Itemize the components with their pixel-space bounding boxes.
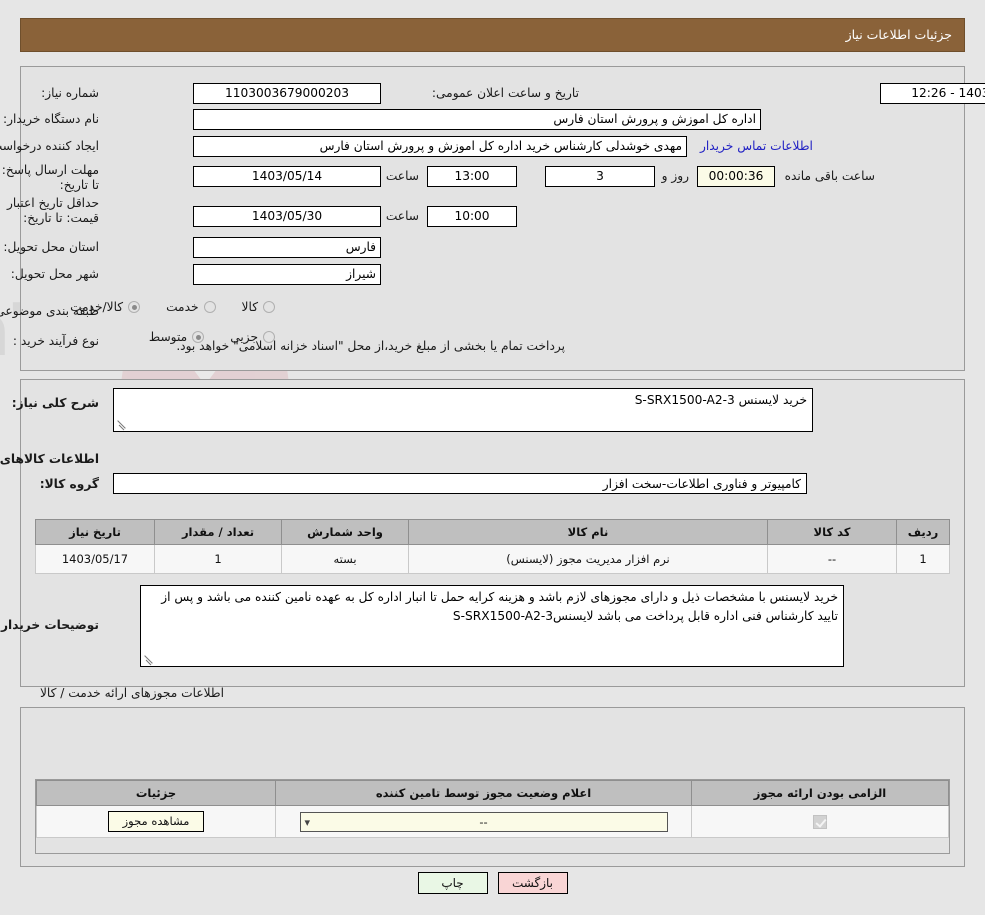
need-desc-value: خرید لایسنس S-SRX1500-A2-3 [634, 393, 807, 407]
page-root: AriaTender .net جزئیات اطلاعات نیاز شمار… [0, 0, 985, 915]
page-title-bar: جزئیات اطلاعات نیاز [20, 18, 965, 52]
goods-col-radif: ردیف [896, 519, 950, 545]
price-validity-time: 10:00 [427, 206, 517, 227]
radio-icon[interactable] [128, 301, 141, 313]
permit-required-checkbox[interactable] [813, 814, 827, 829]
goods-cell-date: 1403/05/17 [35, 544, 155, 574]
goods-col-unit: واحد شمارش [281, 519, 409, 545]
goods-section-title: اطلاعات کالاهای مورد نیاز [0, 452, 99, 466]
radio-icon[interactable] [263, 301, 275, 313]
need-desc-label: شرح کلی نیاز: [11, 396, 99, 410]
goods-table-header-row: ردیف کد کالا نام کالا واحد شمارش تعداد /… [35, 519, 950, 545]
table-row: 1 -- نرم افزار مدیریت مجوز (لایسنس) بسته… [35, 544, 950, 574]
announce-datetime-label: تاریخ و ساعت اعلان عمومی: [431, 86, 579, 100]
need-number-value: 1103003679000203 [193, 83, 381, 104]
permits-col-details: جزئیات [36, 780, 276, 806]
goods-col-name: نام کالا [408, 519, 768, 545]
buyer-notes-label: توضیحات خریدار: [0, 618, 99, 632]
goods-table: ردیف کد کالا نام کالا واحد شمارش تعداد /… [35, 519, 950, 574]
payment-note: پرداخت تمام یا بخشی از مبلغ خرید،از محل … [176, 339, 565, 353]
goods-cell-code: -- [767, 544, 897, 574]
permit-status-select[interactable]: ▾ -- [299, 811, 668, 832]
need-number-label: شماره نیاز: [41, 86, 99, 100]
countdown-timer: 00:00:36 [697, 166, 775, 187]
category-option-label: کالا [241, 300, 258, 314]
category-option-kala-khedmat[interactable]: کالا/خدمت [70, 300, 141, 314]
goods-cell-radif: 1 [896, 544, 950, 574]
response-deadline-time: 13:00 [427, 166, 517, 187]
remaining-days-label: روز و [661, 169, 689, 183]
goods-group-value: کامپیوتر و فناوری اطلاعات-سخت افزار [602, 477, 801, 491]
category-option-label: خدمت [166, 300, 199, 314]
need-desc-textarea[interactable]: خرید لایسنس S-SRX1500-A2-3 [113, 388, 813, 432]
response-deadline-date: 1403/05/14 [193, 166, 381, 187]
category-radio-group[interactable]: کالا خدمت کالا/خدمت [44, 300, 275, 314]
process-type-label: نوع فرآیند خرید : [12, 334, 99, 348]
resize-grip-icon[interactable] [143, 653, 155, 665]
footer-button-row: بازگشت چاپ [0, 872, 985, 894]
permits-cell-details: مشاهده مجوز [36, 805, 276, 838]
chevron-down-icon: ▾ [304, 815, 311, 829]
goods-col-qty: تعداد / مقدار [154, 519, 282, 545]
goods-col-date: تاریخ نیاز [35, 519, 155, 545]
delivery-city-label: شهر محل تحویل: [10, 267, 99, 281]
goods-cell-qty: 1 [154, 544, 282, 574]
delivery-city-value: شیراز [193, 264, 381, 285]
permits-table: الزامی بودن ارائه مجوز اعلام وضعیت مجوز … [36, 780, 949, 838]
buyer-contact-link[interactable]: اطلاعات تماس خریدار [700, 139, 813, 153]
back-button[interactable]: بازگشت [497, 872, 568, 894]
permits-cell-status: ▾ -- [275, 805, 692, 838]
permits-section-title: اطلاعات مجوزهای ارائه خدمت / کالا [39, 686, 224, 700]
creator-value: مهدی خوشدلی کارشناس خرید اداره کل اموزش … [193, 136, 687, 157]
delivery-province-value: فارس [193, 237, 381, 258]
goods-cell-unit: بسته [281, 544, 409, 574]
category-option-label: کالا/خدمت [70, 300, 124, 314]
announce-datetime-value: 1403/05/11 - 12:26 [880, 83, 985, 104]
goods-group-label: گروه کالا: [39, 477, 99, 491]
permits-cell-required [691, 805, 949, 838]
response-deadline-label: مهلت ارسال پاسخ: تا تاریخ: [1, 163, 99, 192]
price-validity-label: حداقل تاریخ اعتبار قیمت: تا تاریخ: [7, 196, 99, 225]
price-validity-date: 1403/05/30 [193, 206, 381, 227]
page-title: جزئیات اطلاعات نیاز [845, 27, 952, 42]
goods-cell-name: نرم افزار مدیریت مجوز (لایسنس) [408, 544, 768, 574]
goods-group-value-box[interactable]: کامپیوتر و فناوری اطلاعات-سخت افزار [113, 473, 807, 494]
radio-icon[interactable] [203, 301, 216, 313]
countdown-label: ساعت باقی مانده [784, 169, 875, 183]
permit-status-value: -- [479, 814, 488, 829]
permits-col-required: الزامی بودن ارائه مجوز [691, 780, 949, 806]
category-option-khedmat[interactable]: خدمت [166, 300, 216, 314]
delivery-province-label: استان محل تحویل: [3, 240, 99, 254]
response-deadline-hour-label: ساعت [385, 169, 419, 183]
buyer-notes-textarea[interactable]: خرید لایسنس با مشخصات ذیل و دارای مجوزها… [140, 585, 844, 667]
buyer-org-label: نام دستگاه خریدار: [3, 112, 99, 126]
buyer-notes-value: خرید لایسنس با مشخصات ذیل و دارای مجوزها… [161, 590, 838, 623]
permits-col-status: اعلام وضعیت مجوز توسط تامین کننده [275, 780, 692, 806]
view-permit-button[interactable]: مشاهده مجوز [107, 811, 205, 832]
remaining-days-value: 3 [545, 166, 655, 187]
table-row: ▾ -- مشاهده مجوز [36, 805, 949, 838]
buyer-org-value: اداره کل اموزش و پرورش استان فارس [193, 109, 761, 130]
permits-table-header-row: الزامی بودن ارائه مجوز اعلام وضعیت مجوز … [36, 780, 949, 806]
category-option-kala[interactable]: کالا [242, 300, 275, 314]
resize-grip-icon[interactable] [116, 418, 128, 430]
creator-label: ایجاد کننده درخواست: [0, 139, 99, 153]
price-validity-hour-label: ساعت [385, 209, 419, 223]
print-button[interactable]: چاپ [417, 872, 488, 894]
goods-col-code: کد کالا [767, 519, 897, 545]
